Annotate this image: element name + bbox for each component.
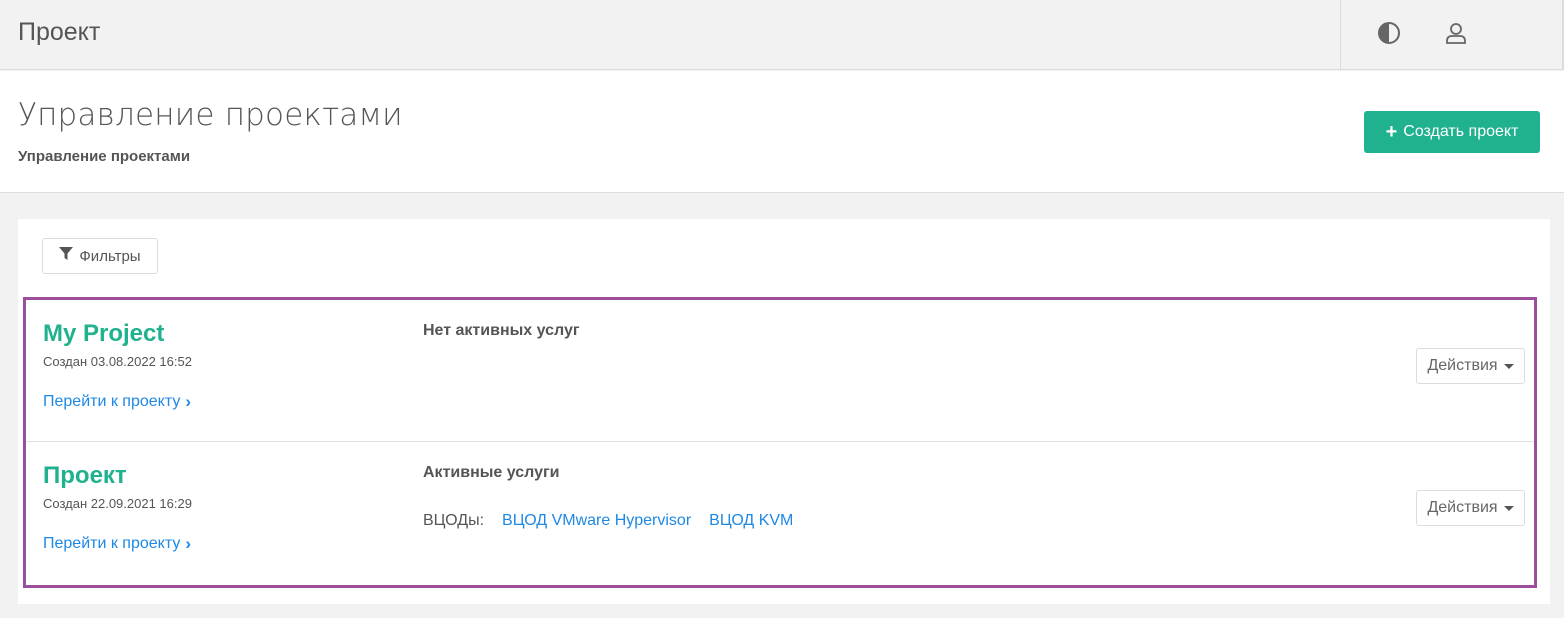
project-created-date: Создан 03.08.2022 16:52 <box>43 354 192 369</box>
actions-dropdown[interactable]: Действия <box>1416 490 1525 526</box>
page-title: Управление проектами <box>18 97 403 133</box>
chevron-right-icon: › <box>185 392 192 411</box>
go-to-project-label: Перейти к проекту <box>43 393 181 410</box>
filters-button[interactable]: Фильтры <box>42 238 158 274</box>
projects-panel: Фильтры My Project Создан 03.08.2022 16:… <box>18 219 1550 604</box>
service-link-vmware[interactable]: ВЦОД VMware Hypervisor <box>502 512 691 530</box>
filter-icon <box>59 247 74 265</box>
contrast-icon[interactable] <box>1376 20 1402 46</box>
go-to-project-link[interactable]: Перейти к проекту › <box>43 392 191 412</box>
actions-dropdown[interactable]: Действия <box>1416 348 1525 384</box>
project-name[interactable]: My Project <box>43 320 164 348</box>
topbar-title: Проект <box>18 18 101 46</box>
go-to-project-link[interactable]: Перейти к проекту › <box>43 534 191 554</box>
filters-label: Фильтры <box>79 247 141 265</box>
topbar-divider <box>1340 0 1341 70</box>
projects-list: My Project Создан 03.08.2022 16:52 Перей… <box>23 297 1537 588</box>
project-row: Проект Создан 22.09.2021 16:29 Перейти к… <box>26 442 1534 584</box>
services-title: Нет активных услуг <box>423 322 580 339</box>
breadcrumb: Управление проектами <box>18 148 191 165</box>
project-created-date: Создан 22.09.2021 16:29 <box>43 496 192 511</box>
go-to-project-label: Перейти к проекту <box>43 535 181 552</box>
plus-icon: + <box>1385 121 1398 143</box>
caret-down-icon <box>1503 363 1514 369</box>
services-list: ВЦОДы: ВЦОД VMware Hypervisor ВЦОД KVM <box>423 512 793 530</box>
project-name[interactable]: Проект <box>43 462 127 490</box>
page-header: Управление проектами Управление проектам… <box>0 71 1564 193</box>
project-row: My Project Создан 03.08.2022 16:52 Перей… <box>26 300 1534 442</box>
create-project-label: Создать проект <box>1403 123 1519 140</box>
actions-label: Действия <box>1427 499 1498 516</box>
caret-down-icon <box>1503 505 1514 511</box>
user-icon[interactable] <box>1443 20 1469 46</box>
services-prefix: ВЦОДы: <box>423 512 485 529</box>
create-project-button[interactable]: + Создать проект <box>1364 111 1540 153</box>
chevron-right-icon: › <box>185 534 192 553</box>
actions-label: Действия <box>1427 357 1498 374</box>
service-link-kvm[interactable]: ВЦОД KVM <box>709 512 793 530</box>
top-bar: Проект <box>0 0 1564 70</box>
services-title: Активные услуги <box>423 464 560 481</box>
